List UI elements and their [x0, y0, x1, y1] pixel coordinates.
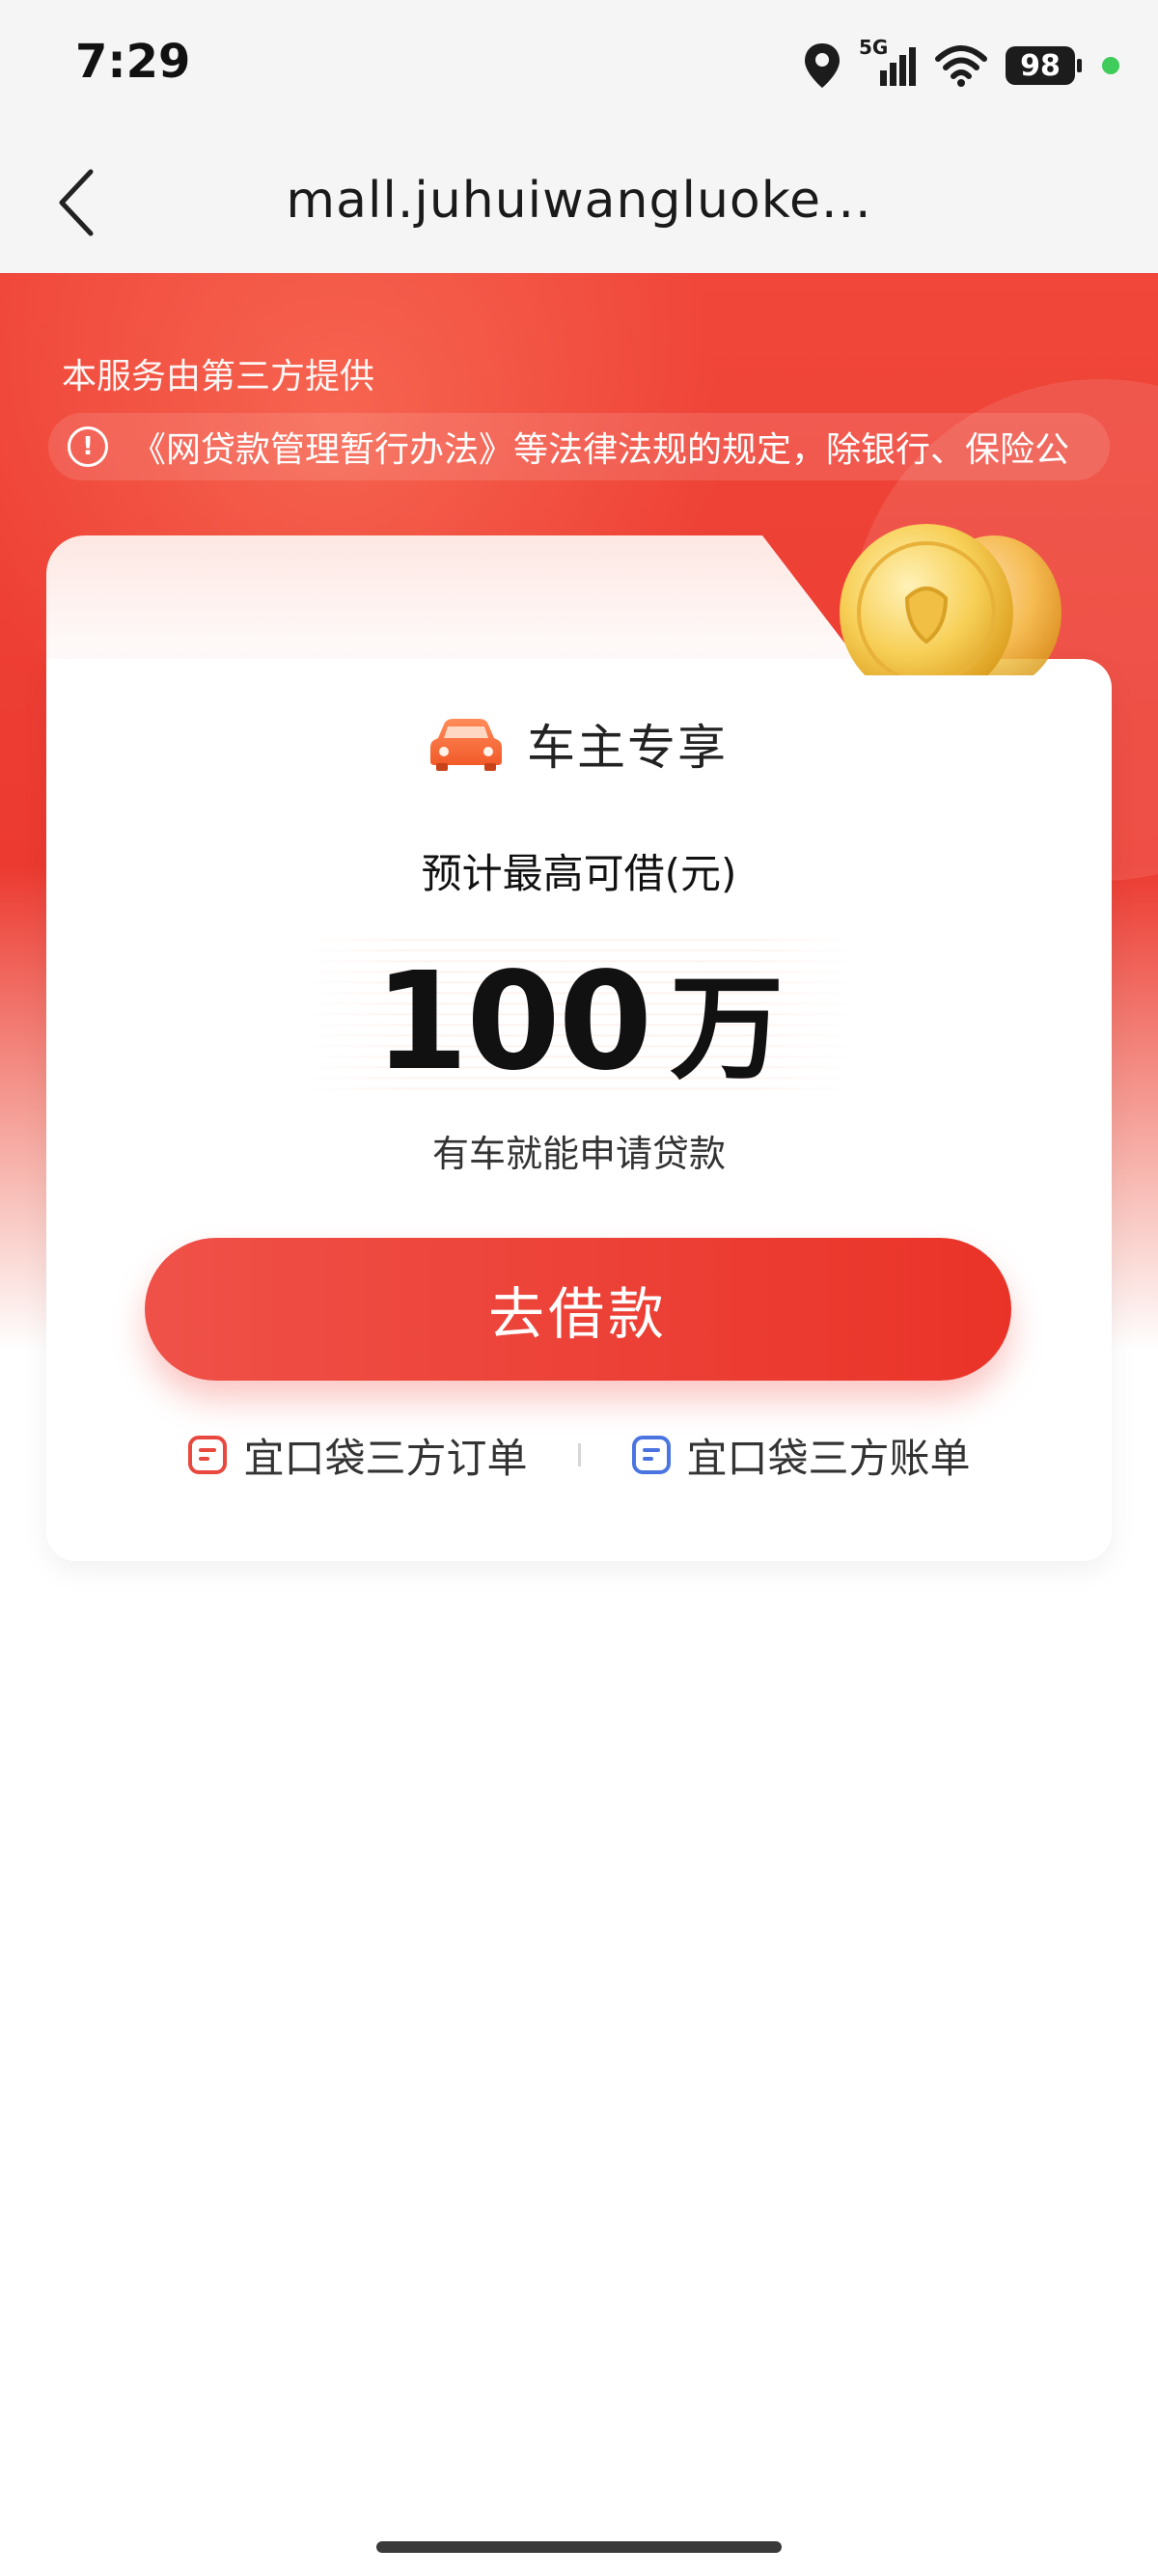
chevron-left-icon	[59, 169, 94, 236]
loan-subtitle: 有车就能申请贷款	[431, 1133, 726, 1175]
estimated-max-label: 预计最高可借(元)	[421, 850, 737, 897]
gold-coins-icon	[840, 524, 1062, 675]
third-party-orders-link[interactable]: 宜口袋三方订单	[187, 1426, 528, 1485]
legal-notice-marquee[interactable]: ! 《网贷款管理暂行办法》等法律法规的规定，除银行、保险公	[48, 413, 1110, 480]
third-party-bills-link[interactable]: 宜口袋三方账单	[631, 1426, 971, 1485]
car-owner-exclusive-row: 车主专享	[0, 709, 1158, 779]
order-document-icon	[188, 1436, 228, 1474]
signal-icon: 5G	[859, 36, 917, 90]
loan-amount-value: 100	[373, 944, 652, 1101]
page-url-title: mall.juhuiwangluoke...	[286, 172, 872, 230]
links-divider	[577, 1443, 581, 1466]
home-indicator[interactable]	[376, 2541, 782, 2553]
exclamation-circle-icon: !	[68, 426, 108, 467]
legal-notice-text: 《网贷款管理暂行办法》等法律法规的规定，除银行、保险公	[131, 430, 1070, 470]
status-icons: 5G 98	[803, 36, 1119, 95]
borrow-button[interactable]: 去借款	[145, 1238, 1011, 1381]
bottom-links: 宜口袋三方订单 宜口袋三方账单	[0, 1426, 1158, 1484]
page: 7:29 5G 98 mall.juhuiwangluoke... 本服务由第三…	[0, 0, 1158, 2576]
battery-icon: 98	[1006, 46, 1082, 85]
third-party-orders-label: 宜口袋三方订单	[243, 1434, 528, 1482]
back-button[interactable]	[39, 164, 116, 241]
bill-document-icon	[631, 1436, 671, 1474]
third-party-provider-text: 本服务由第三方提供	[62, 357, 375, 397]
loan-amount-unit: 万	[670, 962, 785, 1095]
privacy-indicator-dot	[1102, 57, 1119, 74]
third-party-bills-label: 宜口袋三方账单	[686, 1434, 971, 1482]
wifi-icon	[935, 45, 987, 87]
car-owner-exclusive-label: 车主专享	[527, 720, 728, 776]
loan-amount: 100 万	[0, 936, 1158, 1101]
navigation-bar: mall.juhuiwangluoke...	[0, 135, 1158, 273]
status-bar: 7:29 5G 98	[0, 0, 1158, 135]
car-icon	[430, 719, 502, 771]
location-icon	[805, 43, 840, 88]
status-time: 7:29	[75, 35, 191, 89]
